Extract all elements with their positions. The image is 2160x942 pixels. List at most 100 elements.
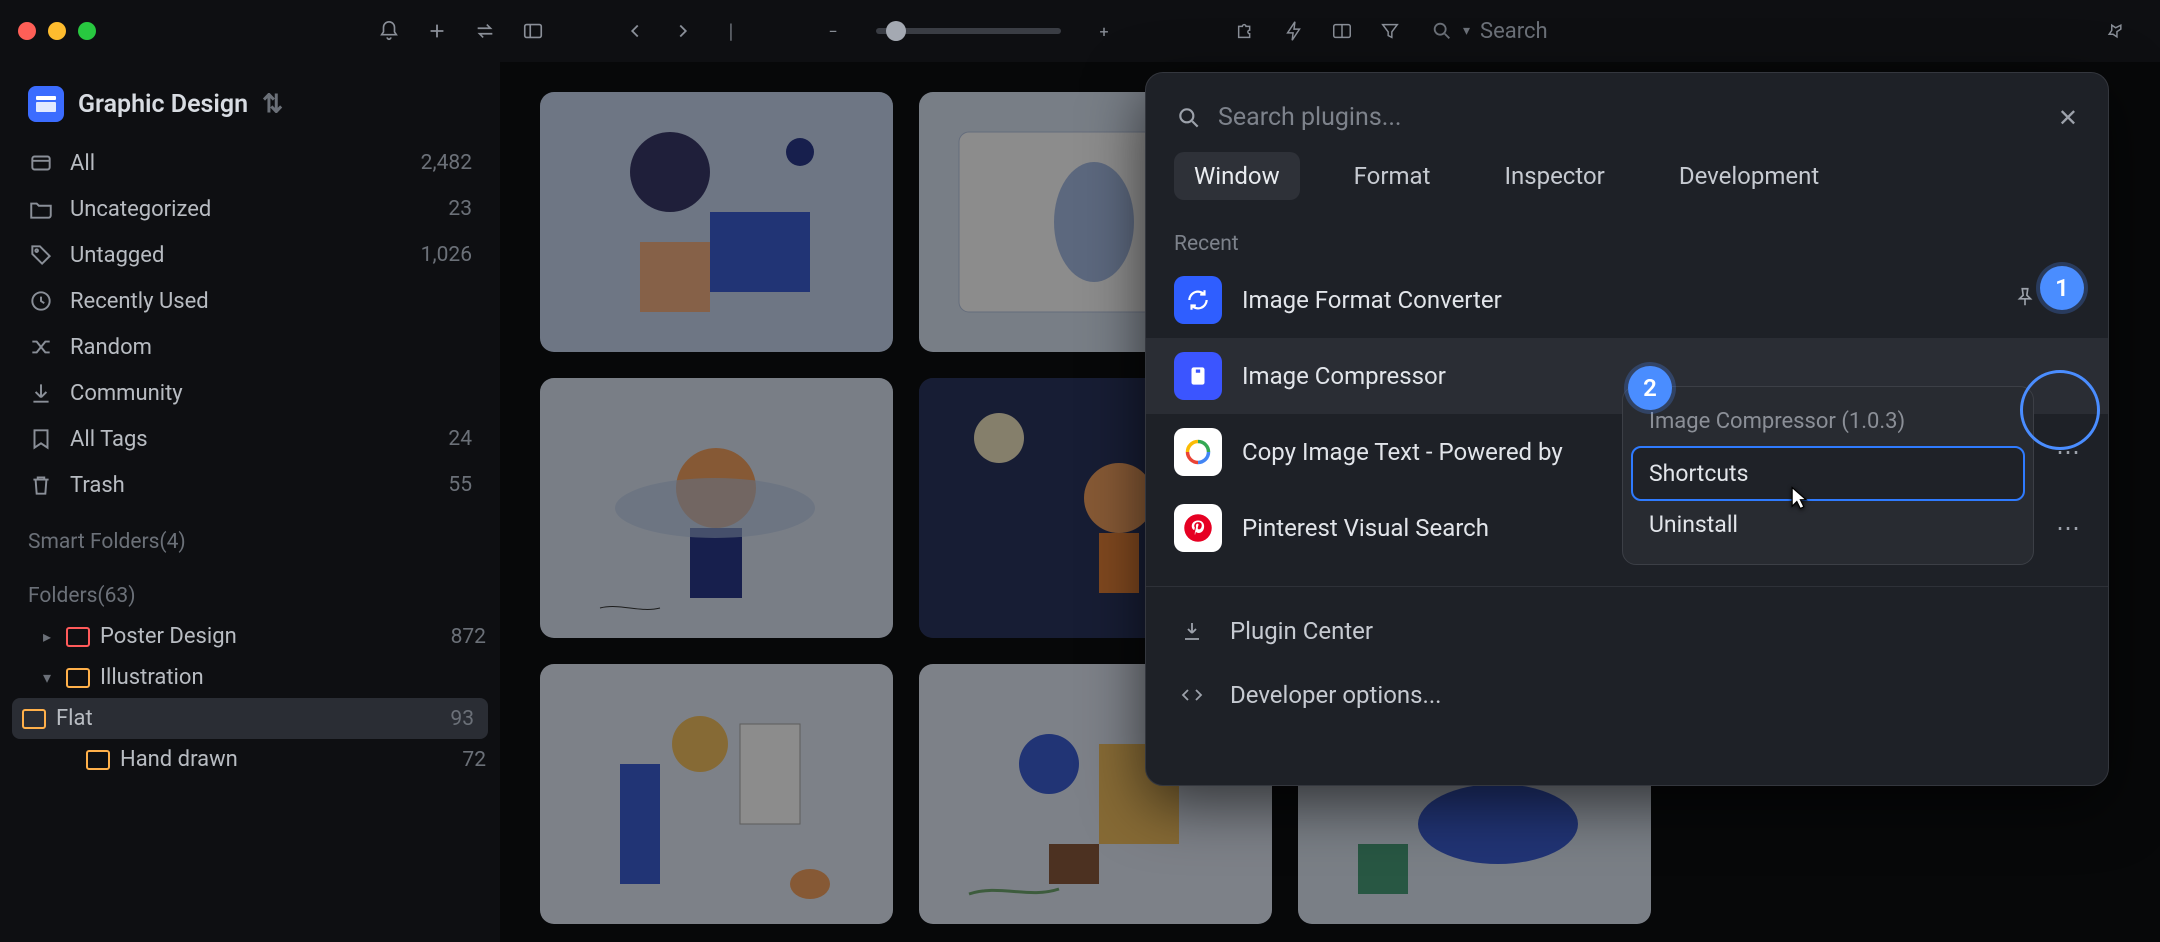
tab-development[interactable]: Development <box>1659 152 1839 200</box>
folder-icon <box>66 627 90 647</box>
nav-back-icon[interactable] <box>618 14 652 48</box>
context-menu-title: Image Compressor (1.0.3) <box>1633 401 2023 448</box>
context-item-shortcuts[interactable]: Shortcuts <box>1633 448 2023 499</box>
pinterest-icon <box>1174 504 1222 552</box>
sidebar: Graphic Design ⇅ All 2,482 Uncategorized… <box>0 62 500 942</box>
sidebar-item-uncategorized[interactable]: Uncategorized 23 <box>0 186 500 232</box>
plugin-item-label: Copy Image Text - Powered by <box>1242 438 1563 466</box>
folder-label: Poster Design <box>100 624 237 649</box>
window-bar: | − + ▾ Search <box>0 0 2160 62</box>
zoom-slider[interactable] <box>876 28 1061 34</box>
thumbnail-card[interactable] <box>540 92 893 352</box>
plugin-context-menu: Image Compressor (1.0.3) Shortcuts Unins… <box>1622 386 2034 565</box>
refresh-icon <box>1174 276 1222 324</box>
traffic-lights <box>18 22 96 40</box>
folder-icon <box>22 709 46 729</box>
folder-hand-drawn[interactable]: Hand drawn 72 <box>0 739 500 780</box>
plugin-footer-label: Developer options... <box>1230 681 1442 709</box>
puzzle-icon[interactable] <box>1229 14 1263 48</box>
sidebar-item-label: Untagged <box>70 243 164 268</box>
context-item-uninstall[interactable]: Uninstall <box>1633 499 2023 550</box>
sidebar-item-label: Random <box>70 335 152 360</box>
plugin-search-input[interactable] <box>1218 103 2042 132</box>
developer-options-link[interactable]: Developer options... <box>1146 663 2108 727</box>
tab-window[interactable]: Window <box>1174 152 1300 200</box>
thumbnail-card[interactable] <box>540 378 893 638</box>
sidebar-item-untagged[interactable]: Untagged 1,026 <box>0 232 500 278</box>
plugin-center-link[interactable]: Plugin Center <box>1146 599 2108 663</box>
google-icon <box>1174 428 1222 476</box>
library-title: Graphic Design <box>78 90 248 119</box>
folder-label: Flat <box>56 706 93 731</box>
sidebar-item-community[interactable]: Community <box>0 370 500 416</box>
plugin-footer-label: Plugin Center <box>1230 617 1373 645</box>
chevron-updown-icon: ⇅ <box>262 89 283 119</box>
archive-icon <box>1174 352 1222 400</box>
folders-heading[interactable]: Folders(63) <box>0 562 500 616</box>
maximize-window-button[interactable] <box>78 22 96 40</box>
folder-illustration[interactable]: ▾ Illustration <box>0 657 500 698</box>
caret-icon[interactable]: ▾ <box>38 668 56 687</box>
folder-label: Hand drawn <box>120 747 238 772</box>
plugin-item-image-format-converter[interactable]: Image Format Converter ⋯ <box>1146 262 2108 338</box>
library-selector[interactable]: Graphic Design ⇅ <box>0 76 500 140</box>
plugin-item-label: Image Format Converter <box>1242 286 1502 314</box>
sidebar-item-label: All Tags <box>70 427 148 452</box>
global-search[interactable]: ▾ Search <box>1431 19 1548 44</box>
sidebar-item-count: 1,026 <box>421 243 472 267</box>
plugin-item-label: Image Compressor <box>1242 362 1446 390</box>
close-icon[interactable]: ✕ <box>2058 104 2078 132</box>
search-placeholder: Search <box>1480 19 1548 44</box>
tab-inspector[interactable]: Inspector <box>1484 152 1624 200</box>
plus-icon[interactable] <box>420 14 454 48</box>
swap-icon[interactable] <box>468 14 502 48</box>
sidebar-item-count: 24 <box>448 427 472 451</box>
folder-poster-design[interactable]: ▸ Poster Design 872 <box>0 616 500 657</box>
thumbnail-card[interactable] <box>540 664 893 924</box>
sidebar-item-label: Uncategorized <box>70 197 211 222</box>
recent-label: Recent <box>1146 218 2108 262</box>
folder-count: 872 <box>451 625 486 649</box>
layout-icon[interactable] <box>1325 14 1359 48</box>
code-icon <box>1174 677 1210 713</box>
sidebar-item-all[interactable]: All 2,482 <box>0 140 500 186</box>
more-icon[interactable]: ⋯ <box>2056 514 2080 542</box>
callout-ring-1 <box>2020 370 2100 450</box>
search-icon <box>1176 105 1202 131</box>
zoom-out-icon[interactable]: − <box>816 14 850 48</box>
sidebar-item-count: 2,482 <box>421 151 472 175</box>
zoom-in-icon[interactable]: + <box>1087 14 1121 48</box>
sidebar-toggle-icon[interactable] <box>516 14 550 48</box>
callout-badge-1: 1 <box>2040 266 2084 310</box>
sidebar-item-alltags[interactable]: All Tags 24 <box>0 416 500 462</box>
plugin-item-label: Pinterest Visual Search <box>1242 514 1489 542</box>
cursor-icon <box>1784 484 1812 516</box>
sidebar-item-trash[interactable]: Trash 55 <box>0 462 500 508</box>
pin-icon[interactable] <box>2098 14 2132 48</box>
minimize-window-button[interactable] <box>48 22 66 40</box>
plugin-tabs: Window Format Inspector Development <box>1146 152 2108 218</box>
sidebar-item-count: 55 <box>448 473 472 497</box>
folder-flat[interactable]: Flat 93 <box>12 698 488 739</box>
filter-icon[interactable] <box>1373 14 1407 48</box>
bolt-icon[interactable] <box>1277 14 1311 48</box>
divider: | <box>714 14 748 48</box>
sidebar-item-label: All <box>70 151 95 176</box>
sidebar-item-random[interactable]: Random <box>0 324 500 370</box>
pin-icon[interactable] <box>2014 286 2036 314</box>
nav-forward-icon[interactable] <box>666 14 700 48</box>
sidebar-item-count: 23 <box>448 197 472 221</box>
sidebar-item-label: Community <box>70 381 183 406</box>
folder-icon <box>66 668 90 688</box>
folder-label: Illustration <box>100 665 204 690</box>
bell-icon[interactable] <box>372 14 406 48</box>
folder-count: 93 <box>450 707 474 731</box>
close-window-button[interactable] <box>18 22 36 40</box>
sidebar-item-label: Trash <box>70 473 125 498</box>
caret-icon[interactable]: ▸ <box>38 627 56 646</box>
smart-folders-heading[interactable]: Smart Folders(4) <box>0 508 500 562</box>
download-icon <box>1174 613 1210 649</box>
sidebar-item-label: Recently Used <box>70 289 209 314</box>
sidebar-item-recent[interactable]: Recently Used <box>0 278 500 324</box>
tab-format[interactable]: Format <box>1334 152 1451 200</box>
